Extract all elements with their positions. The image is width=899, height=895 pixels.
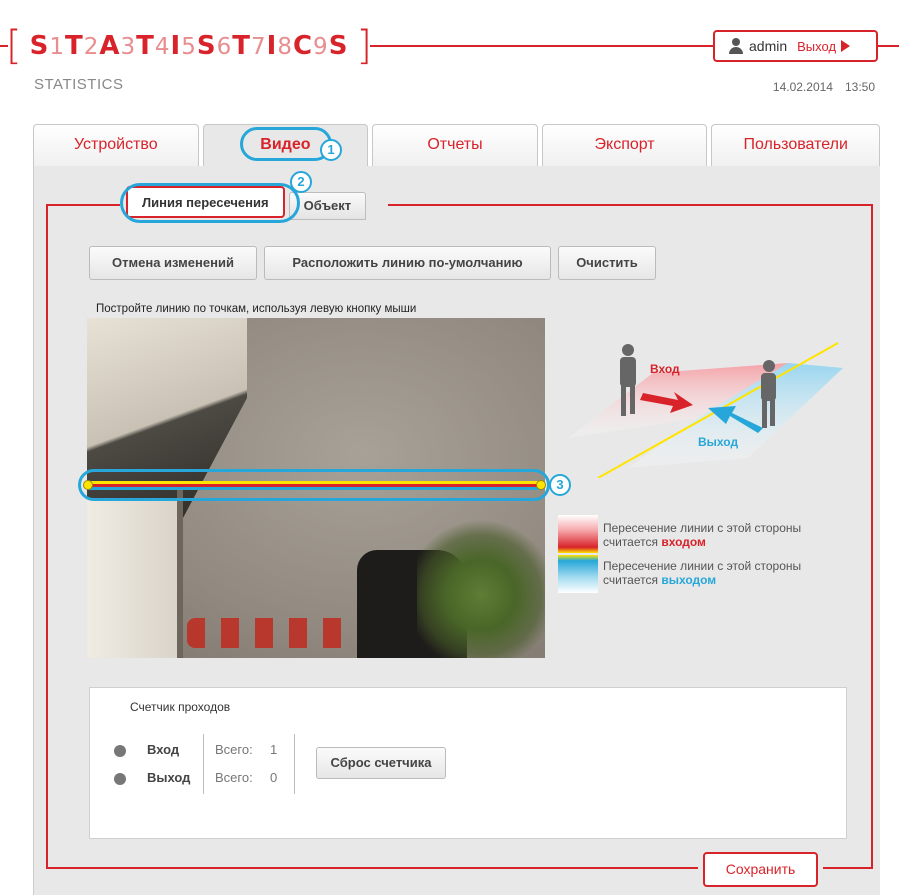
header-line-right	[878, 45, 899, 47]
callout-number-2: 2	[290, 171, 312, 193]
diagram-exit-label: Выход	[698, 435, 738, 449]
logo-letter: C	[292, 31, 314, 61]
crossing-line-blue	[88, 487, 540, 490]
logo-digit: 6	[216, 34, 233, 60]
legend-exit-swatch	[558, 555, 598, 593]
logo-digit: 3	[120, 34, 137, 60]
pass-counter-title: Счетчик проходов	[130, 700, 231, 714]
logout-link[interactable]: Выход	[797, 39, 836, 54]
logo-letter: T	[64, 31, 84, 61]
datetime: 14.02.2014 13:50	[773, 80, 875, 94]
logo-digit: 4	[154, 34, 171, 60]
reset-counter-button[interactable]: Сброс счетчика	[316, 747, 446, 779]
entry-status-dot	[114, 745, 126, 757]
counter-separator-2	[294, 734, 295, 794]
legend-exit-word: выходом	[661, 573, 717, 587]
logout-arrow-icon[interactable]	[841, 40, 851, 52]
save-button[interactable]: Сохранить	[703, 852, 818, 887]
logo-digit: 1	[49, 34, 65, 60]
camera-wall	[177, 488, 183, 658]
user-box: admin Выход	[713, 30, 878, 62]
camera-door	[87, 498, 182, 658]
entry-total-value: 1	[270, 742, 278, 757]
direction-diagram: Вход Выход	[568, 342, 843, 478]
time-text: 13:50	[844, 80, 875, 94]
diagram-entry-label: Вход	[650, 362, 680, 376]
legend-entry-swatch	[558, 515, 598, 553]
logo-digit: 8	[277, 34, 293, 60]
logo-letter: S	[196, 31, 217, 61]
tab-device[interactable]: Устройство	[33, 124, 199, 166]
logo: [ S1T2A3T4I5S6T7I8C9S ]	[6, 24, 372, 68]
logo-letter: I	[266, 31, 278, 61]
tab-video[interactable]: Видео	[202, 124, 369, 166]
subtabs: Линия пересечения Объект	[126, 186, 367, 220]
logo-letter: S	[29, 31, 50, 61]
exit-label: Выход	[147, 770, 191, 785]
camera-plant	[417, 518, 545, 658]
pass-counter-panel: Счетчик проходов Вход Всего: 1 Выход Все…	[89, 687, 847, 839]
instruction-text: Постройте линию по точкам, используя лев…	[96, 303, 417, 315]
line-start-point[interactable]	[83, 480, 93, 490]
logo-letter: I	[170, 31, 182, 61]
app-subtitle: STATISTICS	[34, 76, 124, 93]
main-tabs: Устройство Видео Отчеты Экспорт Пользова…	[33, 124, 880, 166]
exit-total-label: Всего:	[215, 770, 253, 785]
entry-label: Вход	[147, 742, 180, 757]
default-line-button[interactable]: Расположить линию по-умолчанию	[264, 246, 551, 280]
tab-export[interactable]: Экспорт	[541, 124, 708, 166]
logo-bracket-left: [	[6, 23, 22, 69]
exit-status-dot	[114, 773, 126, 785]
exit-total-value: 0	[270, 770, 278, 785]
clear-button[interactable]: Очистить	[558, 246, 656, 280]
legend-entry-word: входом	[661, 535, 706, 549]
crossing-line[interactable]	[88, 481, 540, 491]
logo-text: S1T2A3T4I5S6T7I8C9S	[30, 31, 349, 61]
logo-digit: 7	[250, 34, 267, 60]
counter-separator-1	[203, 734, 204, 794]
date-text: 14.02.2014	[772, 80, 833, 94]
username: admin	[749, 38, 788, 54]
direction-legend: Пересечение линии с этой стороны считает…	[558, 515, 843, 599]
logo-letter: T	[232, 31, 251, 61]
tab-users[interactable]: Пользователи	[711, 124, 880, 166]
logo-letter: S	[328, 31, 349, 61]
callout-number-1: 1	[320, 139, 342, 161]
subtab-object[interactable]: Объект	[288, 192, 367, 220]
undo-changes-button[interactable]: Отмена изменений	[89, 246, 257, 280]
entry-total-label: Всего:	[215, 742, 253, 757]
logo-bracket-right: ]	[356, 23, 373, 69]
logo-digit: 2	[83, 34, 100, 60]
logo-letter: A	[99, 31, 121, 61]
logo-digit: 5	[181, 34, 197, 60]
legend-entry-row: Пересечение линии с этой стороны считает…	[558, 515, 843, 553]
user-icon	[729, 38, 743, 54]
legend-exit-row: Пересечение линии с этой стороны считает…	[558, 555, 843, 593]
logo-letter: T	[136, 31, 155, 61]
callout-number-3: 3	[549, 474, 571, 496]
logo-digit: 9	[313, 34, 329, 60]
line-end-point[interactable]	[536, 480, 546, 490]
subtab-crossing-line[interactable]: Линия пересечения	[126, 186, 285, 218]
header-line-middle	[370, 45, 713, 47]
tab-reports[interactable]: Отчеты	[372, 124, 538, 166]
camera-objects	[187, 618, 357, 648]
